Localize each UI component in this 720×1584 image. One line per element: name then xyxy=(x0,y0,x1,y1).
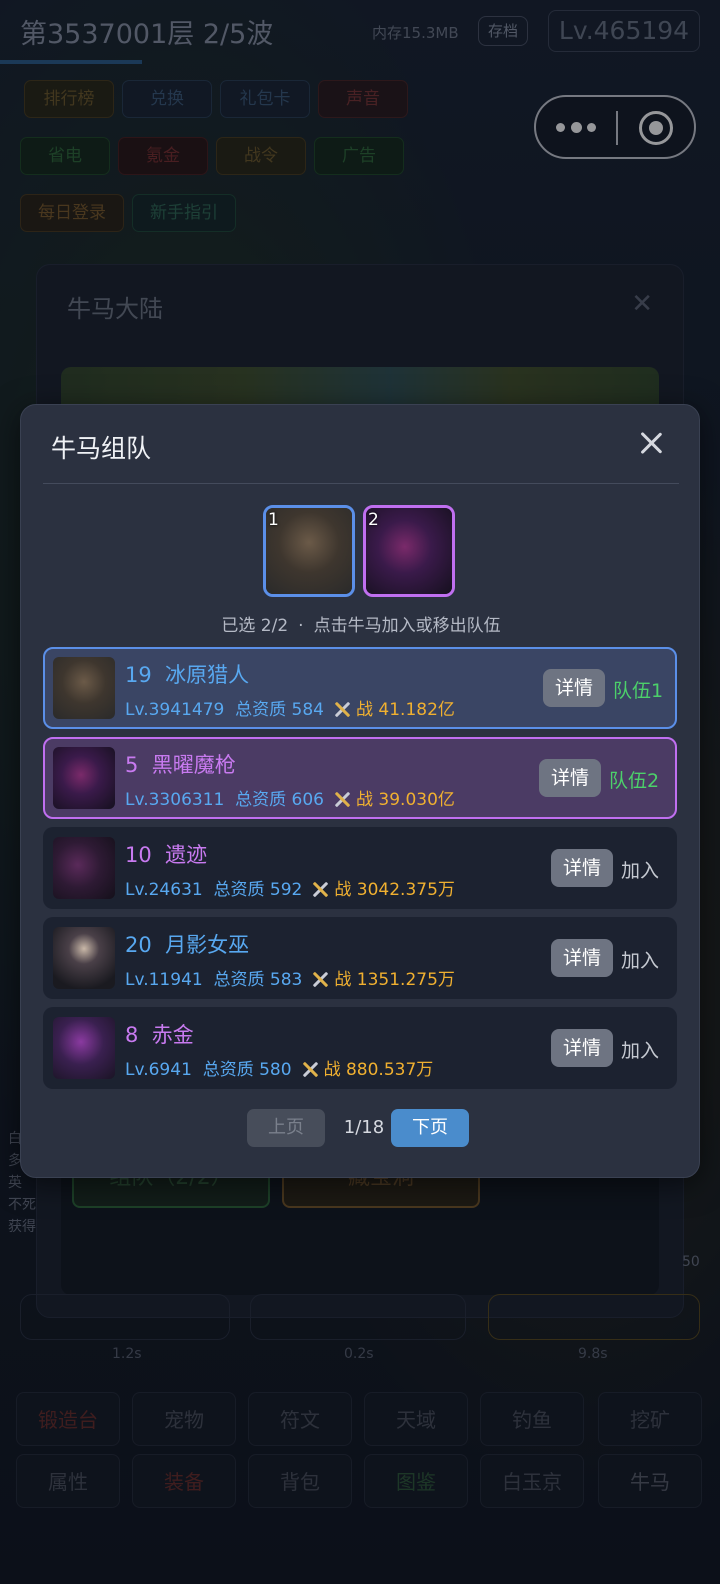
niuma-stats: Lv.3306311 总资质 606 战 39.030亿 xyxy=(125,790,455,810)
close-icon[interactable] xyxy=(639,431,663,455)
niuma-row[interactable]: 10 遗迹 Lv.24631 总资质 592 战 3042.375万 详情 加入 xyxy=(43,827,677,909)
detail-button[interactable]: 详情 xyxy=(551,849,613,887)
slot-number: 2 xyxy=(368,510,379,530)
team-modal: 牛马组队 1 2 已选 2/2 · 点击牛马加入或移出队伍 19 冰原猎人 Lv.3… xyxy=(20,404,700,1178)
niuma-row[interactable]: 20 月影女巫 Lv.11941 总资质 583 战 1351.275万 详情 加… xyxy=(43,917,677,999)
niuma-name: 8 赤金 xyxy=(125,1023,194,1047)
team-slot-2[interactable]: 2 xyxy=(363,505,455,597)
selection-hint: 已选 2/2 · 点击牛马加入或移出队伍 xyxy=(21,611,701,636)
ruins-avatar xyxy=(53,837,115,899)
team-slot-1[interactable]: 1 xyxy=(263,505,355,597)
detail-button[interactable]: 详情 xyxy=(539,759,601,797)
niuma-name: 19 冰原猎人 xyxy=(125,663,250,687)
dark-spear-avatar xyxy=(53,747,115,809)
hint-text: 点击牛马加入或移出队伍 xyxy=(313,616,501,636)
detail-button[interactable]: 详情 xyxy=(551,939,613,977)
modal-title: 牛马组队 xyxy=(51,434,152,463)
niuma-stats: Lv.24631 总资质 592 战 3042.375万 xyxy=(125,880,455,900)
niuma-row[interactable]: 5 黑曜魔枪 Lv.3306311 总资质 606 战 39.030亿 详情 队伍… xyxy=(43,737,677,819)
niuma-name: 20 月影女巫 xyxy=(125,933,250,957)
hint-separator: · xyxy=(298,616,304,636)
detail-button[interactable]: 详情 xyxy=(543,669,605,707)
selected-count: 已选 2/2 xyxy=(221,616,289,636)
divider xyxy=(43,483,679,484)
page-indicator: 1/18 xyxy=(343,1117,385,1138)
red-gold-avatar xyxy=(53,1017,115,1079)
join-button[interactable]: 加入 xyxy=(621,856,659,883)
niuma-stats: Lv.3941479 总资质 584 战 41.182亿 xyxy=(125,700,455,720)
crossed-swords-icon xyxy=(300,1061,320,1077)
niuma-row[interactable]: 19 冰原猎人 Lv.3941479 总资质 584 战 41.182亿 详情 队… xyxy=(43,647,677,729)
niuma-row[interactable]: 8 赤金 Lv.6941 总资质 580 战 880.537万 详情 加入 xyxy=(43,1007,677,1089)
niuma-name: 5 黑曜魔枪 xyxy=(125,753,236,777)
join-button[interactable]: 加入 xyxy=(621,1036,659,1063)
team-status[interactable]: 队伍2 xyxy=(609,766,659,793)
hunter-avatar xyxy=(53,657,115,719)
niuma-stats: Lv.6941 总资质 580 战 880.537万 xyxy=(125,1060,434,1080)
prev-page-button[interactable]: 上页 xyxy=(247,1109,325,1147)
crossed-swords-icon xyxy=(332,701,352,717)
moon-witch-avatar xyxy=(53,927,115,989)
team-status[interactable]: 队伍1 xyxy=(613,676,663,703)
crossed-swords-icon xyxy=(310,881,330,897)
niuma-name: 10 遗迹 xyxy=(125,843,208,867)
slot-number: 1 xyxy=(268,510,279,530)
crossed-swords-icon xyxy=(310,971,330,987)
crossed-swords-icon xyxy=(332,791,352,807)
detail-button[interactable]: 详情 xyxy=(551,1029,613,1067)
next-page-button[interactable]: 下页 xyxy=(391,1109,469,1147)
join-button[interactable]: 加入 xyxy=(621,946,659,973)
niuma-stats: Lv.11941 总资质 583 战 1351.275万 xyxy=(125,970,455,990)
